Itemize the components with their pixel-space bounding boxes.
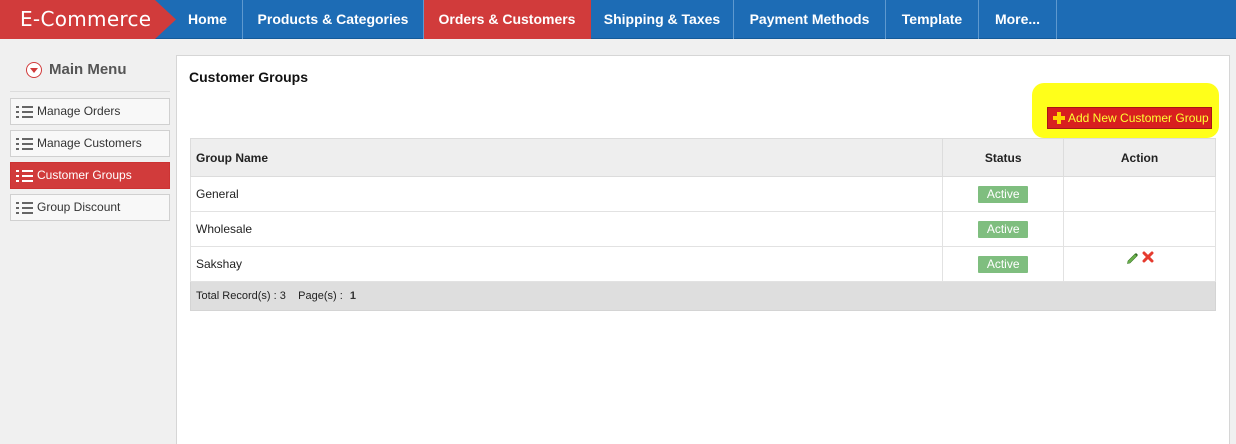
- list-icon: [16, 106, 33, 118]
- sidebar-item-group-discount[interactable]: Group Discount: [10, 194, 170, 221]
- brand-logo[interactable]: E-Commerce: [0, 0, 176, 39]
- plus-icon: [1053, 112, 1065, 124]
- total-records-label: Total Record(s) :: [196, 290, 277, 302]
- list-icon: [16, 202, 33, 214]
- main-menu-header[interactable]: Main Menu: [26, 61, 127, 79]
- sidebar-item-label: Customer Groups: [37, 168, 132, 182]
- column-header-action: Action: [1063, 138, 1216, 177]
- sidebar-item-label: Group Discount: [37, 200, 121, 214]
- pages-label: Page(s) :: [298, 290, 343, 302]
- collapse-circle-icon: [26, 62, 42, 78]
- group-name-cell: Sakshay: [189, 246, 944, 282]
- status-badge[interactable]: Active: [978, 220, 1029, 238]
- column-header-group-name[interactable]: Group Name: [189, 138, 944, 177]
- nav-template[interactable]: Template: [886, 0, 979, 39]
- action-cell: [1063, 176, 1216, 212]
- delete-icon[interactable]: [1141, 250, 1155, 264]
- column-header-status[interactable]: Status: [942, 138, 1065, 177]
- table-row: General Active: [189, 176, 1216, 212]
- add-customer-group-button[interactable]: Add New Customer Group: [1047, 107, 1212, 129]
- nav-home[interactable]: Home: [173, 0, 243, 39]
- sidebar-item-customer-groups[interactable]: Customer Groups: [10, 162, 170, 189]
- status-cell: Active: [942, 211, 1065, 247]
- customer-groups-table: Group Name Status Action General Active …: [189, 138, 1216, 311]
- action-cell: [1063, 246, 1216, 282]
- status-cell: Active: [942, 176, 1065, 212]
- status-badge[interactable]: Active: [978, 185, 1029, 203]
- nav-payment-methods[interactable]: Payment Methods: [734, 0, 886, 39]
- nav-shipping-taxes[interactable]: Shipping & Taxes: [591, 0, 734, 39]
- table-row: Sakshay Active: [189, 246, 1216, 282]
- nav-products-categories[interactable]: Products & Categories: [243, 0, 424, 39]
- top-navigation-bar: Home Products & Categories Orders & Cust…: [0, 0, 1236, 39]
- action-cell: [1063, 211, 1216, 247]
- sidebar: Main Menu Manage Orders Manage Customers…: [0, 40, 176, 444]
- main-menu-title: Main Menu: [49, 61, 127, 78]
- add-button-label: Add New Customer Group: [1068, 111, 1209, 125]
- page-title: Customer Groups: [189, 69, 309, 85]
- sidebar-item-manage-orders[interactable]: Manage Orders: [10, 98, 170, 125]
- list-icon: [16, 170, 33, 182]
- status-cell: Active: [942, 246, 1065, 282]
- list-icon: [16, 138, 33, 150]
- sidebar-item-manage-customers[interactable]: Manage Customers: [10, 130, 170, 157]
- edit-icon[interactable]: [1125, 250, 1139, 264]
- status-badge[interactable]: Active: [978, 255, 1029, 273]
- sidebar-item-label: Manage Orders: [37, 104, 121, 118]
- nav-orders-customers[interactable]: Orders & Customers: [424, 0, 591, 39]
- menu-divider: [10, 91, 170, 92]
- table-footer-row: Total Record(s) : 3 Page(s) : 1: [190, 281, 1216, 311]
- page-link[interactable]: 1: [346, 290, 356, 302]
- table-row: Wholesale Active: [189, 211, 1216, 247]
- sidebar-item-label: Manage Customers: [37, 136, 142, 150]
- nav-more[interactable]: More...: [979, 0, 1057, 39]
- group-name-cell: General: [189, 176, 944, 212]
- content-panel: Customer Groups Add New Customer Group G…: [176, 55, 1230, 444]
- total-records-value: 3: [279, 290, 286, 302]
- pagination-summary: Total Record(s) : 3 Page(s) : 1: [190, 281, 1216, 311]
- table-header-row: Group Name Status Action: [189, 138, 1216, 177]
- group-name-cell: Wholesale: [189, 211, 944, 247]
